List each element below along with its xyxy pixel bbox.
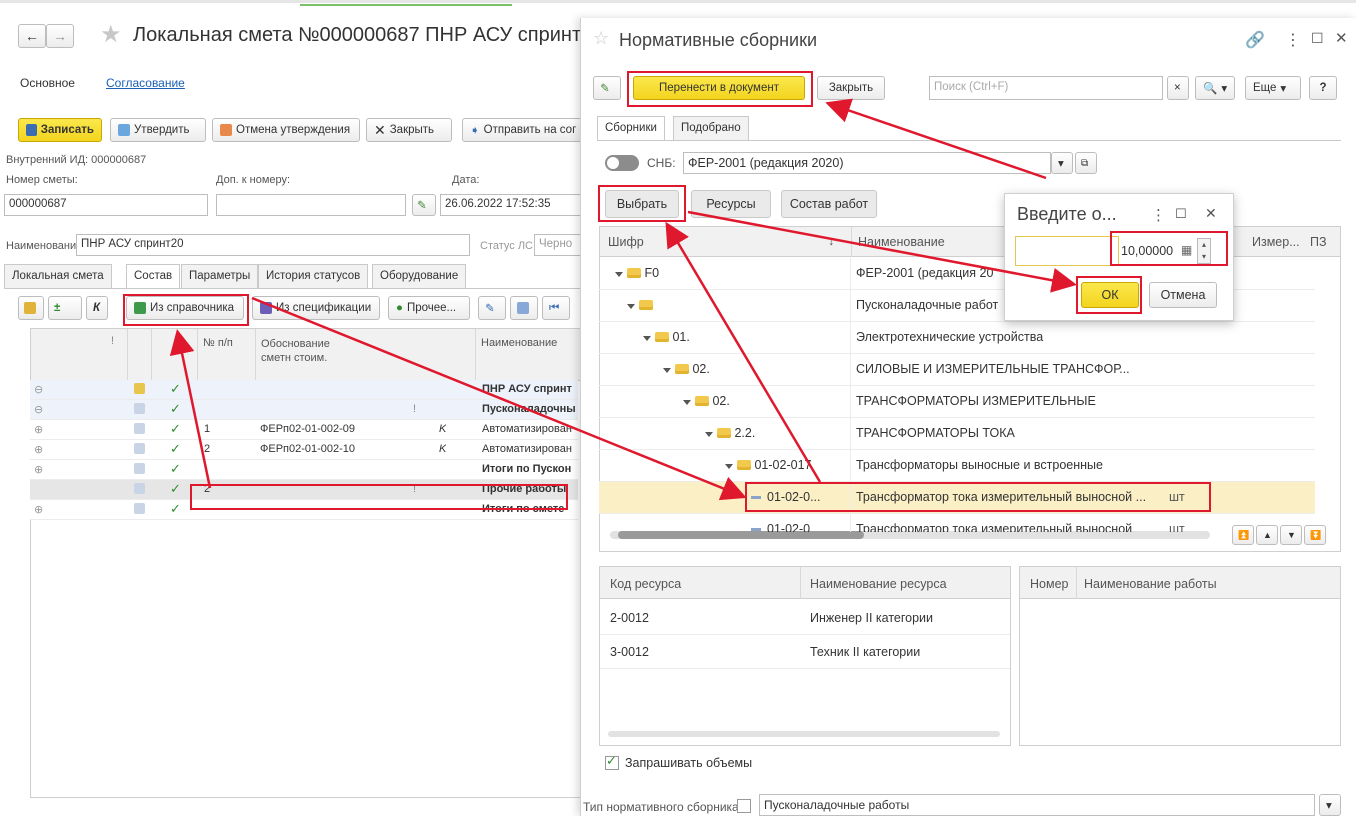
- annotation-arrows: [169, 98, 1077, 501]
- arrow-ok-to-transfer: [825, 98, 1047, 180]
- arrow-row-to-directory: [169, 329, 212, 489]
- arrow-directory-to-selected: [251, 296, 747, 501]
- arrow-selected-to-choose: [665, 221, 822, 483]
- arrow-choose-to-ok: [687, 210, 1077, 293]
